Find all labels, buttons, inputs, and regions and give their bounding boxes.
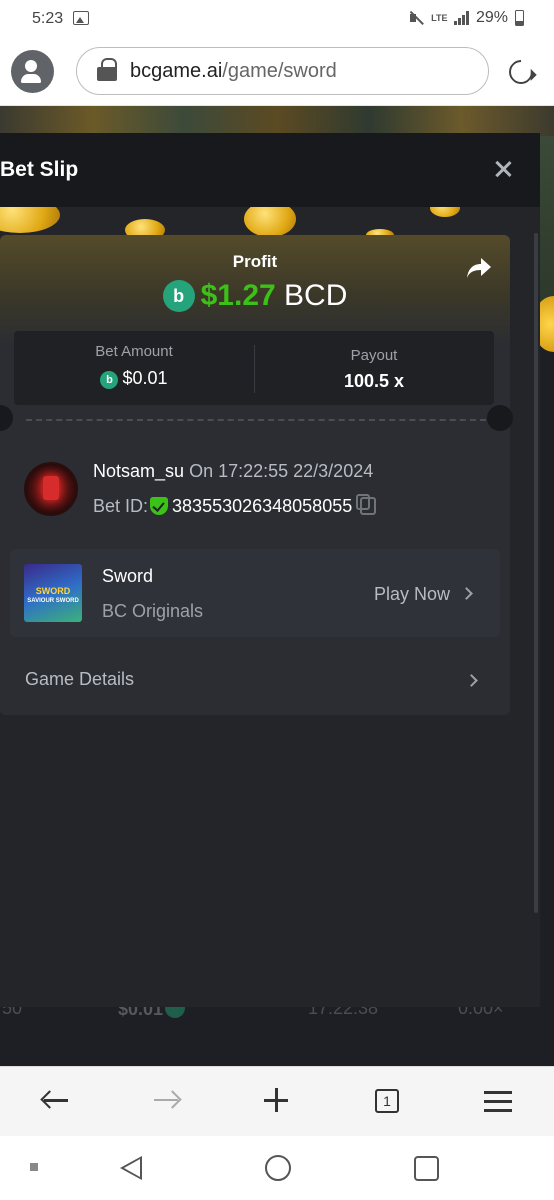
- profit-amount: $1.27: [200, 279, 276, 312]
- user-line: Notsam_su On 17:22:55 22/3/2024: [93, 461, 373, 482]
- url-domain: bcgame.ai: [130, 60, 223, 82]
- game-name: Sword: [102, 566, 154, 586]
- system-back-icon[interactable]: [120, 1156, 142, 1180]
- chevron-right-icon: [465, 674, 478, 687]
- status-bar: 5:23 LTE 29%: [0, 0, 554, 38]
- forward-button[interactable]: [146, 1081, 186, 1121]
- game-details-label: Game Details: [25, 669, 135, 689]
- thumb-title: SWORD: [35, 586, 71, 596]
- menu-button[interactable]: [478, 1081, 518, 1121]
- reload-icon[interactable]: [504, 55, 538, 89]
- scrollbar[interactable]: [534, 233, 538, 913]
- nav-indicator: [30, 1163, 38, 1171]
- play-now-label: Play Now: [374, 584, 451, 604]
- chevron-right-icon: [460, 587, 473, 600]
- bc-coin-icon: b: [162, 280, 195, 312]
- game-row[interactable]: SWORD SAVIOUR SWORD Sword BC Originals P…: [10, 549, 500, 637]
- battery-percent: 29%: [475, 9, 508, 26]
- status-time: 5:23: [32, 10, 64, 27]
- system-recents-icon[interactable]: [414, 1156, 439, 1181]
- username[interactable]: Notsam_su: [93, 461, 184, 481]
- game-thumbnail[interactable]: SWORD SAVIOUR SWORD: [24, 564, 82, 622]
- url-text[interactable]: bcgame.ai/game/sword: [130, 60, 337, 83]
- game-details-row[interactable]: Game Details: [0, 653, 510, 715]
- bet-id-label: Bet ID:: [93, 496, 149, 516]
- play-now-button[interactable]: Play Now: [374, 584, 473, 605]
- signal-icon: [454, 11, 469, 25]
- browser-toolbar: 1: [0, 1066, 554, 1136]
- lock-icon[interactable]: [97, 58, 117, 81]
- game-provider: BC Originals: [102, 601, 204, 621]
- ticket-notch: [487, 405, 513, 431]
- modal-header: Bet Slip: [0, 133, 540, 207]
- url-field[interactable]: bcgame.ai/game/sword: [76, 47, 489, 95]
- bc-coin-icon: b: [100, 371, 119, 389]
- tab-count: 1: [375, 1089, 399, 1113]
- battery-icon: [515, 10, 524, 26]
- verified-shield-icon: [150, 497, 169, 515]
- profit-currency: BCD: [284, 279, 348, 312]
- back-button[interactable]: [36, 1081, 76, 1121]
- payout-value: 100.5 x: [343, 371, 405, 391]
- payout-label: Payout: [350, 347, 398, 364]
- modal-title: Bet Slip: [0, 158, 79, 181]
- bet-summary: Bet Amount b $0.01 Payout 100.5 x: [14, 331, 494, 405]
- arrow-right-icon: [154, 1099, 178, 1101]
- image-notification-icon: [73, 11, 89, 25]
- bet-slip-modal: Bet Slip Profit b $1.27 BCD Bet Amount b $…: [0, 133, 540, 1007]
- browser-address-bar: bcgame.ai/game/sword: [0, 38, 554, 106]
- new-tab-button[interactable]: [256, 1081, 296, 1121]
- copy-icon[interactable]: [356, 494, 377, 515]
- lte-icon: LTE: [431, 12, 448, 23]
- thumb-subtitle: SAVIOUR SWORD: [27, 598, 79, 604]
- bet-timestamp: On 17:22:55 22/3/2024: [189, 461, 374, 481]
- bet-id-line: Bet ID: 383553026348058055: [93, 494, 377, 517]
- game-header-strip: [0, 106, 554, 136]
- account-icon[interactable]: [11, 50, 54, 93]
- bet-amount-value: b $0.01: [14, 368, 254, 389]
- divider: [26, 419, 486, 421]
- user-avatar[interactable]: [24, 462, 78, 516]
- profit-value: b $1.27 BCD: [0, 279, 510, 313]
- system-home-icon[interactable]: [265, 1155, 291, 1181]
- bet-amount-label: Bet Amount: [95, 343, 173, 360]
- bet-slip-card: Profit b $1.27 BCD Bet Amount b $0.01 Payo…: [0, 235, 510, 715]
- bet-id-value: 383553026348058055: [172, 496, 353, 516]
- mute-icon: [408, 10, 424, 26]
- share-icon[interactable]: [466, 257, 492, 279]
- profit-label: Profit: [232, 252, 278, 271]
- close-icon[interactable]: [493, 159, 513, 179]
- url-path: /game/sword: [222, 60, 337, 82]
- arrow-left-icon: [44, 1099, 68, 1102]
- system-nav-bar: [0, 1136, 554, 1200]
- tab-switcher-button[interactable]: 1: [366, 1081, 406, 1121]
